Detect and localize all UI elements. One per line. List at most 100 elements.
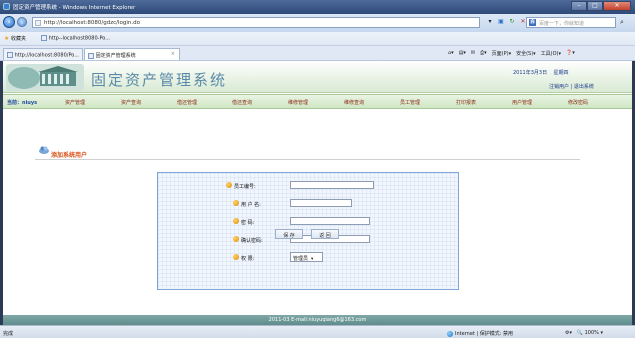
search-icon[interactable]: ⌕ xyxy=(620,18,624,27)
command-bar: ⌂▾ ▤▾ ✉ ⎙▾ 页面(P)▾ 安全(S)▾ 工具(O)▾ ❓▾ xyxy=(448,50,575,57)
security-zone-text: Internet | 保护模式: 禁用 xyxy=(455,331,513,337)
permission-select[interactable]: 管理员 ▾ xyxy=(290,252,323,262)
menu-employee-management[interactable]: 员工管理 xyxy=(400,99,420,106)
bullet-icon xyxy=(226,182,232,188)
tab-label: 固定资产管理系统 xyxy=(95,53,136,59)
site-logo xyxy=(6,64,84,91)
page-icon xyxy=(41,35,47,41)
form-row-confirm-password: 确认密码: xyxy=(158,235,458,245)
search-input[interactable]: 百 百度一下，你就知道 xyxy=(526,17,616,28)
form-row-username: 用 户 名: xyxy=(158,199,458,209)
weekday-text: 星期四 xyxy=(553,70,569,76)
zoom-level: 100% xyxy=(584,330,599,336)
password-label: 密 码: xyxy=(241,220,255,226)
globe-icon xyxy=(447,330,453,337)
page-icon xyxy=(7,52,13,58)
favorites-button[interactable]: ★ 收藏夹 xyxy=(4,35,26,42)
menu-repair-query[interactable]: 维修查询 xyxy=(344,99,364,106)
forward-arrow-icon[interactable]: › xyxy=(17,17,27,27)
page-icon xyxy=(35,20,41,26)
menu-user-management[interactable]: 用户管理 xyxy=(512,99,532,106)
status-bar: 完成 Internet | 保护模式: 禁用 ⚙▾ 🔍 100% ▾ xyxy=(0,325,635,338)
employee-no-label: 员工编号: xyxy=(234,184,256,190)
section-title: 添加系统用户 xyxy=(51,152,88,159)
settings-icon[interactable]: ⚙▾ xyxy=(565,330,572,336)
section-header: 添加系统用户 xyxy=(35,146,580,160)
back-button[interactable]: 返 回 xyxy=(311,229,339,239)
web-page: 固定资产管理系统 2011年3月3日 星期四 注销用户 | 退出系统 当前：ni… xyxy=(3,61,632,325)
safety-menu-label: 安全(S) xyxy=(516,51,534,57)
bullet-icon xyxy=(233,254,239,260)
window-controls: – □ ✕ xyxy=(571,1,631,12)
menu-borrow-management[interactable]: 借还管理 xyxy=(177,99,197,106)
main-menu: 当前：niuys 资产管理 资产查询 借还管理 借还查询 维修管理 维修查询 员… xyxy=(3,94,632,109)
menu-print-report[interactable]: 打印报表 xyxy=(456,99,476,106)
system-title: 固定资产管理系统 xyxy=(91,71,228,89)
date-line: 2011年3月3日 星期四 xyxy=(513,69,568,76)
status-text: 完成 xyxy=(3,331,14,337)
bullet-icon xyxy=(233,200,239,206)
page-icon xyxy=(88,52,94,59)
refresh-icon[interactable]: ↻ xyxy=(508,18,516,26)
current-user-label: 当前： xyxy=(7,100,23,106)
zoom-icon: 🔍 xyxy=(576,330,584,336)
date-text: 2011年3月3日 xyxy=(513,70,548,76)
print-icon[interactable]: ⎙▾ xyxy=(480,50,487,57)
menu-borrow-query[interactable]: 借还查询 xyxy=(232,99,252,106)
safety-menu[interactable]: 安全(S)▾ xyxy=(516,50,536,57)
feeds-icon[interactable]: ▤▾ xyxy=(459,50,466,57)
address-input[interactable]: http://localhost:8080/gdzc/login.do xyxy=(32,17,480,28)
logout-link[interactable]: 注销用户 xyxy=(549,84,569,90)
employee-no-input[interactable] xyxy=(290,181,374,189)
bullet-icon xyxy=(233,218,239,224)
page-footer: 2011-03 E-mail:niuyuqiang6@163.com xyxy=(3,315,632,325)
close-button[interactable]: ✕ xyxy=(603,1,631,11)
password-input[interactable] xyxy=(290,217,370,225)
menu-change-password[interactable]: 修改密码 xyxy=(568,99,588,106)
user-links: 注销用户 | 退出系统 xyxy=(549,84,594,90)
help-icon[interactable]: ❓▾ xyxy=(566,50,575,57)
favorite-link[interactable]: http--localhost8080-Po... xyxy=(41,35,110,42)
home-icon[interactable]: ⌂▾ xyxy=(448,50,454,57)
site-banner: 固定资产管理系统 2011年3月3日 星期四 注销用户 | 退出系统 xyxy=(3,61,632,93)
username-input[interactable] xyxy=(290,199,352,207)
tab-bar: http://localhost:8080/Po... 固定资产管理系统 × ⌂… xyxy=(0,46,635,61)
username-label: 用 户 名: xyxy=(241,202,261,208)
save-button[interactable]: 保 存 xyxy=(275,229,303,239)
close-tab-icon[interactable]: × xyxy=(171,51,175,57)
page-menu-label: 页面(P) xyxy=(491,51,509,57)
window-title: 固定资产管理系统 - Windows Internet Explorer xyxy=(13,5,136,11)
add-user-form: 员工编号: 用 户 名: 密 码: 确认密码: 权 限: 管理员 ▾ xyxy=(157,172,459,290)
maximize-button[interactable]: □ xyxy=(587,1,603,11)
ie-app-icon xyxy=(3,3,10,10)
tools-menu-label: 工具(O) xyxy=(540,51,559,57)
form-row-password: 密 码: xyxy=(158,217,458,227)
mail-icon[interactable]: ✉ xyxy=(471,50,475,57)
chevron-down-icon: ▾ xyxy=(311,257,314,262)
user-group-icon xyxy=(39,146,49,154)
address-toolbar: ‹ › http://localhost:8080/gdzc/login.do … xyxy=(0,14,635,32)
security-zone[interactable]: Internet | 保护模式: 禁用 xyxy=(447,330,513,337)
window-title-bar: 固定资产管理系统 - Windows Internet Explorer – □… xyxy=(0,0,635,14)
address-url: http://localhost:8080/gdzc/login.do xyxy=(44,20,140,26)
tab-asset-system[interactable]: 固定资产管理系统 × xyxy=(84,48,180,60)
compat-view-icon[interactable]: ▣ xyxy=(497,18,505,26)
menu-asset-management[interactable]: 资产管理 xyxy=(65,99,85,106)
current-user-name: niuys xyxy=(22,100,38,106)
exit-link[interactable]: 退出系统 xyxy=(574,84,594,90)
dropdown-icon[interactable]: ▾ xyxy=(486,18,494,26)
baidu-logo-icon: 百 xyxy=(529,19,536,26)
search-placeholder: 百度一下，你就知道 xyxy=(539,21,585,27)
tab-label: http://localhost:8080/Po... xyxy=(14,52,80,59)
favorites-bar: ★ 收藏夹 http--localhost8080-Po... xyxy=(0,32,635,46)
minimize-button[interactable]: – xyxy=(571,1,587,11)
back-arrow-icon[interactable]: ‹ xyxy=(3,16,15,28)
form-row-permission: 权 限: 管理员 ▾ xyxy=(158,252,458,263)
menu-asset-query[interactable]: 资产查询 xyxy=(121,99,141,106)
tab-localhost[interactable]: http://localhost:8080/Po... xyxy=(3,48,83,60)
zoom-control[interactable]: ⚙▾ 🔍 100% ▾ xyxy=(565,330,603,336)
current-user: 当前：niuys xyxy=(7,99,37,106)
tools-menu[interactable]: 工具(O)▾ xyxy=(541,50,561,57)
menu-repair-management[interactable]: 维修管理 xyxy=(288,99,308,106)
page-menu[interactable]: 页面(P)▾ xyxy=(492,50,511,57)
